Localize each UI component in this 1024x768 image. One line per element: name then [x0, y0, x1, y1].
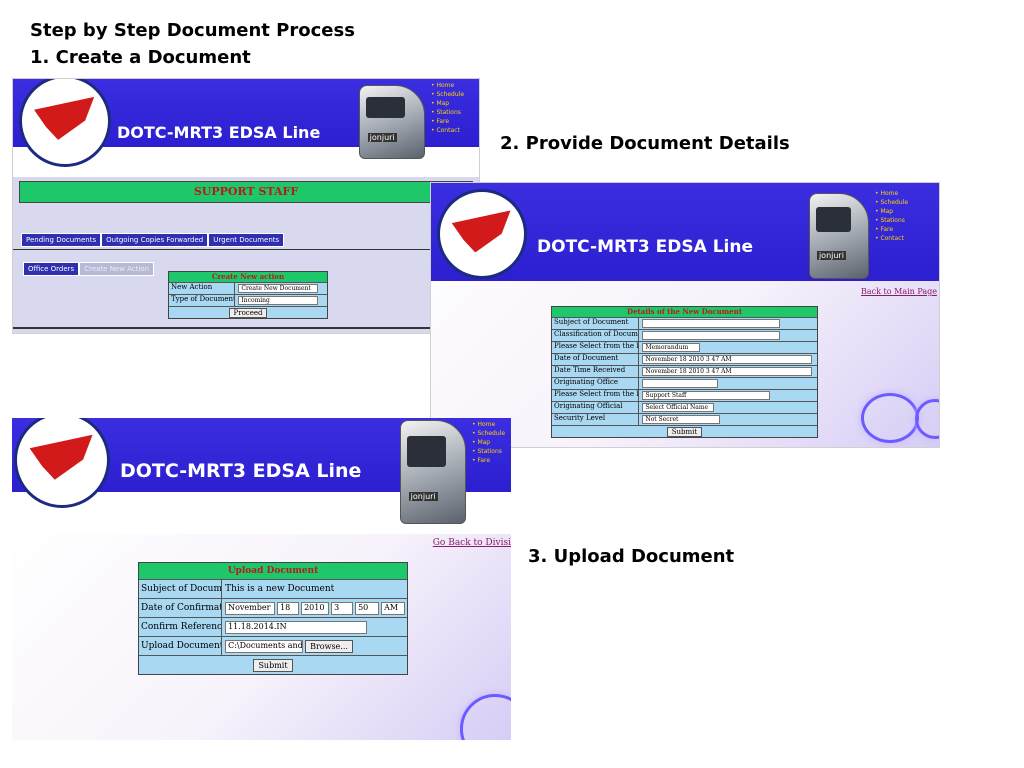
field-label: Security Level — [552, 414, 640, 425]
decorative-circle — [460, 694, 511, 740]
header-banner: DOTC-MRT3 EDSA Line jonjuri • Home • Sche… — [431, 183, 939, 281]
dotc-logo — [14, 418, 110, 508]
header-banner: DOTC-MRT3 EDSA Line jonjuri • Home • Sche… — [13, 79, 479, 167]
train-image: jonjuri — [359, 85, 425, 159]
submit-button[interactable]: Submit — [253, 658, 293, 672]
header-banner: DOTC-MRT3 EDSA Line jonjuri • Home • Sche… — [12, 418, 511, 524]
subject-input[interactable] — [642, 319, 781, 328]
dotc-logo — [19, 79, 111, 167]
year-select[interactable]: 2010 — [301, 601, 330, 615]
train-image: jonjuri — [400, 420, 466, 524]
train-label: jonjuri — [367, 133, 397, 143]
side-menu[interactable]: • Home • Schedule • Map • Stations • Fare • C… — [875, 189, 908, 243]
screenshot-document-details: DOTC-MRT3 EDSA Line jonjuri • Home • Sche… — [430, 182, 940, 448]
hour-select[interactable]: 3 — [331, 601, 354, 615]
step2-heading: 2. Provide Document Details — [500, 133, 790, 154]
field-label: Please Select from the list — [552, 390, 640, 401]
tab-create-new-action[interactable]: Create New Action — [79, 262, 155, 276]
decorative-circle — [861, 393, 919, 443]
section-bar: SUPPORT STAFF — [19, 181, 473, 203]
go-back-link[interactable]: Go Back to Divisi — [433, 538, 511, 548]
tab-urgent-documents[interactable]: Urgent Documents — [208, 233, 285, 247]
form-title: Details of the New Document — [552, 307, 817, 317]
field-label: New Action — [169, 283, 236, 294]
file-path-input[interactable]: C:\Documents and Setti — [225, 639, 304, 653]
field-label: Type of Document Received — [169, 295, 236, 306]
date-of-confirmation: November 18 2010 3 50 AM — [222, 599, 407, 617]
reference-number-input[interactable]: 11.18.2014.IN — [225, 620, 368, 634]
step3-heading: 3. Upload Document — [528, 546, 735, 567]
train-label: jonjuri — [408, 491, 438, 501]
page-title: Step by Step Document Process — [30, 20, 355, 41]
field-label: Date of Document — [552, 354, 640, 365]
official-select[interactable]: Select Official Name — [642, 403, 715, 412]
field-label: Confirm Reference No. — [139, 618, 223, 636]
banner-title: DOTC-MRT3 EDSA Line — [537, 237, 754, 257]
step1-heading: 1. Create a Document — [30, 47, 251, 68]
submit-button[interactable]: Submit — [666, 426, 703, 437]
date-received-select[interactable]: November 18 2010 3 47 AM — [642, 367, 813, 376]
form-title: Create New action — [169, 272, 327, 282]
field-label: Date of Confirmation — [139, 599, 223, 617]
originating-office-input[interactable] — [642, 379, 719, 388]
side-menu[interactable]: • Home • Schedule • Map • Stations • Fare — [472, 420, 505, 465]
side-menu[interactable]: • Home • Schedule • Map • Stations • Fare • C… — [431, 81, 464, 135]
tab-outgoing-copies[interactable]: Outgoing Copies Forwarded — [101, 233, 209, 247]
proceed-button[interactable]: Proceed — [228, 307, 268, 318]
tab-office-orders[interactable]: Office Orders — [23, 262, 80, 276]
document-type-select[interactable]: Incoming — [238, 296, 319, 305]
security-level-select[interactable]: Not Secret — [642, 415, 721, 424]
form-title: Upload Document — [139, 563, 407, 579]
field-label: Subject of Document — [139, 580, 223, 598]
ampm-select[interactable]: AM — [381, 601, 406, 615]
field-label: Date Time Received — [552, 366, 640, 377]
upload-document-form: Upload Document Subject of DocumentThis … — [138, 562, 408, 675]
field-label: Subject of Document — [552, 318, 640, 329]
page-body: Go Back to Divisi Upload Document Subjec… — [12, 534, 511, 740]
document-details-form: Details of the New Document Subject of D… — [551, 306, 818, 438]
tab-pending-documents[interactable]: Pending Documents — [21, 233, 102, 247]
month-select[interactable]: November — [225, 601, 276, 615]
field-label: Please Select from the list — [552, 342, 640, 353]
field-label: Originating Official — [552, 402, 640, 413]
field-label: Classification of Document — [552, 330, 640, 341]
classification-input[interactable] — [642, 331, 781, 340]
date-of-document-select[interactable]: November 18 2010 3 47 AM — [642, 355, 813, 364]
main-tabs: Pending Documents Outgoing Copies Forward… — [13, 227, 479, 247]
screenshot-create-document: DOTC-MRT3 EDSA Line jonjuri • Home • Sche… — [12, 78, 480, 334]
browse-button[interactable]: Browse... — [305, 639, 353, 653]
create-action-form: Create New action New Action Create New D… — [168, 271, 328, 319]
decorative-circle — [915, 399, 939, 439]
doc-type-select[interactable]: Memorandum — [642, 343, 701, 352]
back-to-main-link[interactable]: Back to Main Page — [861, 287, 937, 296]
screenshot-upload-document: DOTC-MRT3 EDSA Line jonjuri • Home • Sche… — [12, 418, 511, 740]
train-label: jonjuri — [816, 250, 846, 260]
field-label: Originating Office — [552, 378, 640, 389]
banner-title: DOTC-MRT3 EDSA Line — [117, 123, 321, 142]
subject-value: This is a new Document — [225, 584, 335, 594]
train-image: jonjuri — [809, 193, 869, 279]
office-select[interactable]: Support Staff — [642, 391, 771, 400]
banner-title: DOTC-MRT3 EDSA Line — [120, 460, 362, 482]
new-action-select[interactable]: Create New Document — [238, 284, 319, 293]
field-label: Upload Document Here — [139, 637, 223, 655]
minute-select[interactable]: 50 — [355, 601, 380, 615]
dotc-logo — [437, 189, 527, 279]
day-select[interactable]: 18 — [277, 601, 300, 615]
